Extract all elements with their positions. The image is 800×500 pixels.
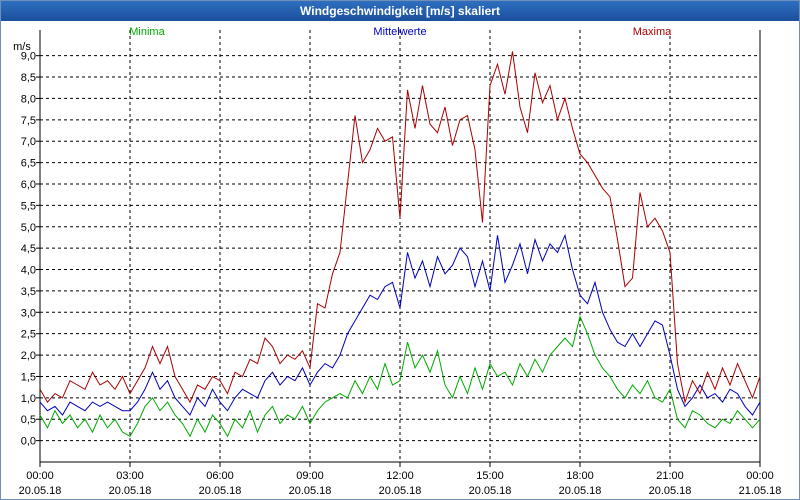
x-tick-time: 15:00 <box>476 470 504 482</box>
y-tick-label: 5,0 <box>21 222 36 234</box>
y-tick-label: 4,0 <box>21 265 36 277</box>
x-tick-date: 20.05.18 <box>559 485 602 497</box>
grid-lines <box>40 30 760 462</box>
y-axis-unit: m/s <box>13 41 31 53</box>
legend-mittelwerte: Mittelwerte <box>373 26 426 38</box>
x-tick-date: 21.05.18 <box>739 485 782 497</box>
x-tick-date: 20.05.18 <box>649 485 692 497</box>
y-tick-label: 5,5 <box>21 200 36 212</box>
y-tick-label: 8,0 <box>21 93 36 105</box>
y-tick-label: 0,5 <box>21 414 36 426</box>
y-tick-label: 6,0 <box>21 179 36 191</box>
y-tick-label: 1,0 <box>21 393 36 405</box>
y-tick-label: 7,5 <box>21 115 36 127</box>
legend-minima: Minima <box>129 26 165 38</box>
legend-maxima: Maxima <box>633 26 672 38</box>
y-tick-label: 1,5 <box>21 371 36 383</box>
y-tick-label: 0,0 <box>21 436 36 448</box>
x-tick-date: 20.05.18 <box>289 485 332 497</box>
x-tick-time: 12:00 <box>386 470 414 482</box>
x-tick-time: 00:00 <box>26 470 54 482</box>
x-tick-time: 09:00 <box>296 470 324 482</box>
x-tick-time: 03:00 <box>116 470 144 482</box>
y-tick-label: 2,5 <box>21 329 36 341</box>
y-tick-label: 8,5 <box>21 72 36 84</box>
x-tick-date: 20.05.18 <box>19 485 62 497</box>
x-tick-time: 18:00 <box>566 470 594 482</box>
x-tick-date: 20.05.18 <box>469 485 512 497</box>
y-tick-label: 7,0 <box>21 136 36 148</box>
y-tick-label: 6,5 <box>21 158 36 170</box>
axis-labels: 0,0 0,5 1,0 1,5 2,0 2,5 3,0 3,5 4,0 4,5 5,0 5,5 6,0 6… <box>13 41 781 497</box>
legend: Minima Mittelwerte Maxima <box>129 26 672 38</box>
wind-speed-chart: 0,0 0,5 1,0 1,5 2,0 2,5 3,0 3,5 4,0 4,5 5,0 5,5 6,0 6… <box>13 26 781 497</box>
x-tick-date: 20.05.18 <box>199 485 242 497</box>
y-tick-label: 3,0 <box>21 307 36 319</box>
y-tick-label: 4,5 <box>21 243 36 255</box>
y-tick-label: 3,5 <box>21 286 36 298</box>
x-tick-time: 06:00 <box>206 470 234 482</box>
x-tick-date: 20.05.18 <box>379 485 422 497</box>
x-tick-date: 20.05.18 <box>109 485 152 497</box>
x-tick-time: 00:00 <box>746 470 774 482</box>
x-tick-time: 21:00 <box>656 470 684 482</box>
y-tick-label: 2,0 <box>21 350 36 362</box>
